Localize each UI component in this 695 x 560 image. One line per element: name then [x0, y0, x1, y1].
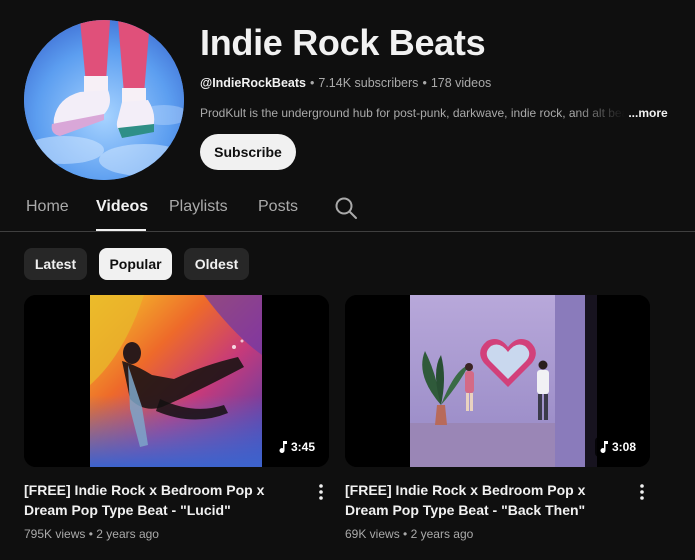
tab-playlists[interactable]: Playlists: [169, 198, 228, 216]
video-title[interactable]: [FREE] Indie Rock x Bedroom Pop x Dream …: [24, 480, 304, 520]
video-thumbnail[interactable]: 3:45: [24, 295, 329, 467]
chip-latest[interactable]: Latest: [24, 248, 87, 280]
channel-meta: @IndieRockBeats • 7.14K subscribers • 178 vi…: [200, 76, 491, 90]
channel-page: Indie Rock Beats @IndieRockBeats • 7.14K s…: [0, 0, 695, 560]
avatar-artwork: [24, 20, 184, 180]
tab-videos[interactable]: Videos: [96, 198, 148, 216]
video-thumbnail[interactable]: 3:08: [345, 295, 650, 467]
chip-popular[interactable]: Popular: [99, 248, 172, 280]
tab-home[interactable]: Home: [26, 198, 69, 216]
subscribe-button[interactable]: Subscribe: [200, 134, 296, 170]
video-meta: 69K views • 2 years ago: [345, 527, 473, 541]
meta-separator: •: [403, 527, 408, 541]
video-duration: 3:45: [273, 437, 319, 457]
more-vert-icon[interactable]: [314, 482, 328, 502]
music-note-icon: [278, 441, 288, 453]
channel-avatar[interactable]: [24, 20, 184, 180]
meta-separator: •: [422, 76, 427, 90]
duration-label: 3:45: [290, 440, 315, 454]
tab-posts[interactable]: Posts: [258, 198, 298, 216]
music-note-icon: [599, 441, 609, 453]
view-count: 795K views: [24, 527, 86, 541]
video-duration: 3:08: [594, 437, 640, 457]
upload-age: 2 years ago: [410, 527, 474, 541]
meta-separator: •: [88, 527, 93, 541]
tabs-divider: [0, 231, 695, 232]
channel-description[interactable]: ProdKult is the underground hub for post…: [200, 106, 670, 120]
video-title[interactable]: [FREE] Indie Rock x Bedroom Pop x Dream …: [345, 480, 625, 520]
view-count: 69K views: [345, 527, 400, 541]
video-count: 178 videos: [430, 76, 492, 90]
more-vert-icon[interactable]: [635, 482, 649, 502]
upload-age: 2 years ago: [96, 527, 159, 541]
search-icon[interactable]: [334, 196, 358, 220]
subscriber-count: 7.14K subscribers: [318, 76, 419, 90]
duration-label: 3:08: [611, 440, 636, 454]
channel-tabs: Home Videos Playlists Posts: [0, 186, 695, 232]
meta-separator: •: [309, 76, 315, 90]
more-link[interactable]: ...more: [628, 106, 667, 120]
description-text: ProdKult is the underground hub for post…: [200, 106, 625, 120]
channel-handle[interactable]: @IndieRockBeats: [200, 76, 306, 90]
chip-oldest[interactable]: Oldest: [184, 248, 249, 280]
channel-title: Indie Rock Beats: [200, 22, 486, 63]
video-meta: 795K views • 2 years ago: [24, 527, 159, 541]
